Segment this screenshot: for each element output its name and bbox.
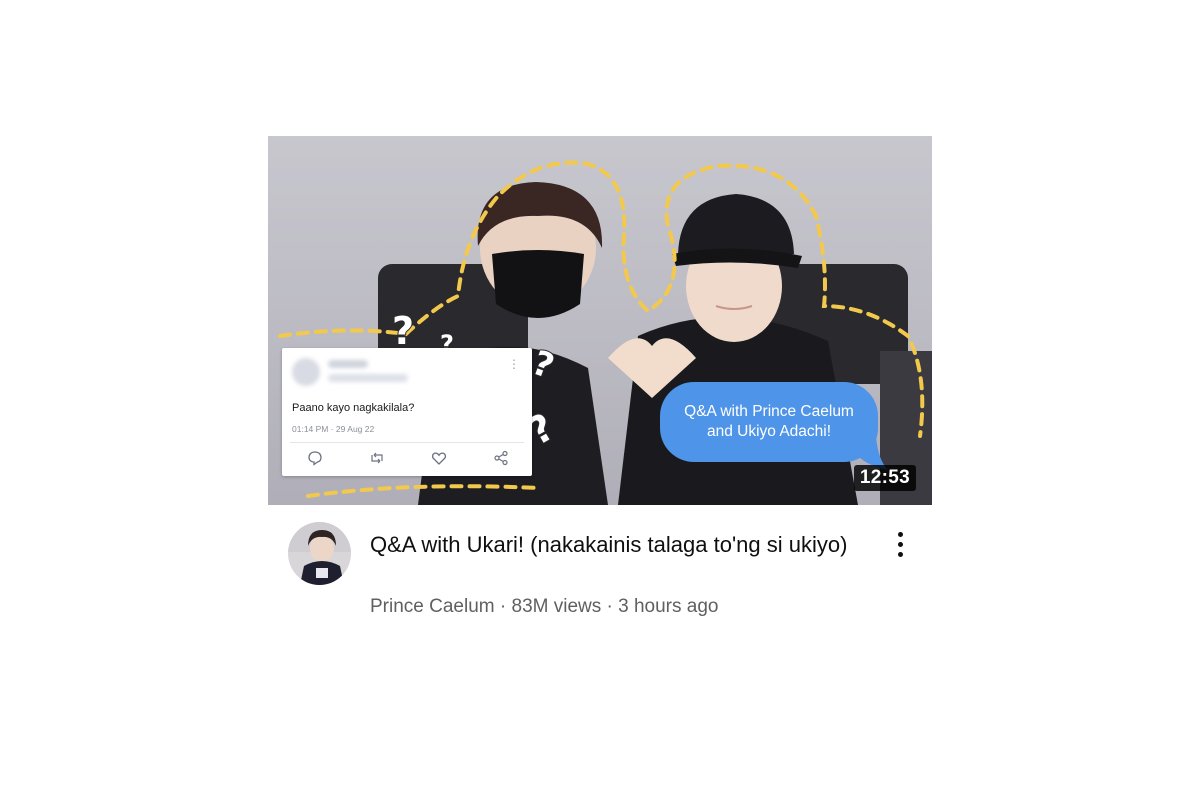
video-card: ? ? ? ? ⋮ Paano kayo nagkakilala? 01:14 … [0,0,1200,800]
channel-name[interactable]: Prince Caelum [370,596,495,617]
caption-bubble: Q&A with Prince Caelum and Ukiyo Adachi! [660,382,878,462]
caption-text: Q&A with Prince Caelum and Ukiyo Adachi! [684,403,854,440]
like-icon [431,452,447,465]
tweet-text: Paano kayo nagkakilala? [292,402,415,414]
video-meta: Q&A with Ukari! (nakakainis talaga to'ng… [288,522,928,632]
more-icon: ⋮ [508,357,520,371]
reply-icon [308,451,322,466]
channel-avatar[interactable] [288,522,351,585]
upload-age: 3 hours ago [618,596,719,617]
tweet-handle-blurred [328,374,408,382]
separator: · [601,596,619,617]
separator: · [494,596,512,617]
tweet-timestamp: 01:14 PM · 29 Aug 22 [292,424,375,434]
channel-avatar-image [288,522,351,585]
tweet-name-blurred [328,360,368,368]
duration-badge: 12:53 [853,465,916,491]
video-subline: Prince Caelum · 83M views · 3 hours ago [370,596,719,618]
video-title[interactable]: Q&A with Ukari! (nakakainis talaga to'ng… [370,530,860,560]
tweet-card: ⋮ Paano kayo nagkakilala? 01:14 PM · 29 … [282,348,532,476]
more-options-button[interactable] [888,528,912,562]
more-icon-dot [898,542,903,547]
question-mark-1: ? [392,309,414,353]
view-count: 83M views [511,596,602,617]
left-person-mask [492,250,584,318]
more-icon-dot [898,552,903,557]
video-thumbnail[interactable]: ? ? ? ? ⋮ Paano kayo nagkakilala? 01:14 … [268,136,932,505]
tweet-divider [290,442,524,443]
more-icon-dot [898,532,903,537]
share-icon [494,450,508,466]
tweet-avatar-blurred [292,358,320,386]
retweet-icon [371,452,383,464]
